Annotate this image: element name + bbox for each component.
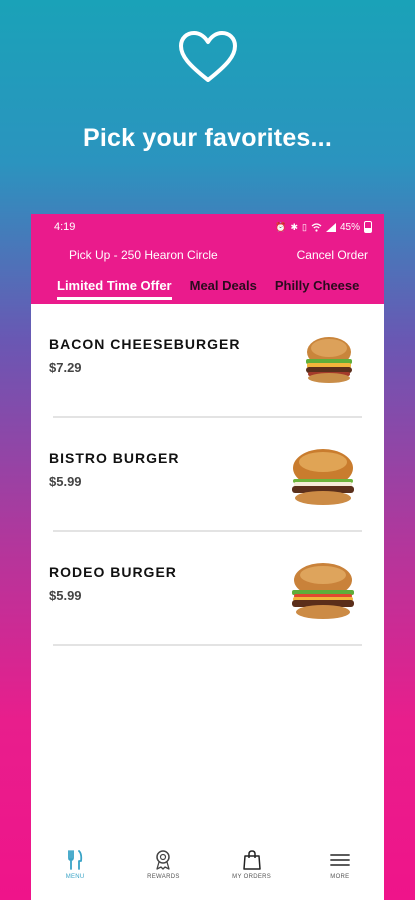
- status-time: 4:19: [54, 221, 76, 233]
- status-icons: ⏰ ✱ ▯ 45%: [275, 221, 372, 233]
- wifi-icon: [311, 222, 322, 232]
- nav-label: MORE: [330, 874, 350, 880]
- nav-label: REWARDS: [147, 874, 180, 880]
- item-name: RODEO BURGER: [49, 564, 177, 580]
- vibrate-icon: ▯: [302, 221, 307, 232]
- bistro-burger-image: [292, 449, 354, 505]
- order-bar: Pick Up - 250 Hearon Circle Cancel Order: [31, 240, 384, 270]
- fork-knife-icon: [68, 850, 83, 870]
- bacon-cheeseburger-image: [306, 337, 352, 383]
- tab-limited-time-offer[interactable]: Limited Time Offer: [57, 270, 172, 304]
- nav-label: MY ORDERS: [232, 874, 272, 880]
- menu-item[interactable]: RODEO BURGER $5.99: [31, 532, 384, 646]
- heart-outline-icon: [178, 31, 237, 82]
- bottom-nav: MENU REWARDS MY ORDERS MORE: [31, 840, 384, 900]
- tab-philly-cheese[interactable]: Philly Cheese: [275, 270, 360, 304]
- menu-item[interactable]: BACON CHEESEBURGER $7.29: [31, 304, 384, 418]
- shopping-bag-icon: [242, 850, 261, 870]
- signal-icon: [325, 222, 336, 232]
- item-price: $5.99: [49, 588, 82, 603]
- alarm-icon: ⏰: [275, 221, 287, 232]
- status-bar: 4:19 ⏰ ✱ ▯ 45%: [31, 214, 384, 240]
- hamburger-menu-icon: [329, 854, 350, 866]
- item-name: BACON CHEESEBURGER: [49, 336, 241, 352]
- nav-more[interactable]: MORE: [305, 850, 375, 880]
- nav-my-orders[interactable]: MY ORDERS: [217, 850, 287, 880]
- item-name: BISTRO BURGER: [49, 450, 180, 466]
- category-tabs: Limited Time Offer Meal Deals Philly Che…: [31, 270, 384, 304]
- menu-item[interactable]: BISTRO BURGER $5.99: [31, 418, 384, 532]
- cancel-order-button[interactable]: Cancel Order: [297, 248, 368, 262]
- item-price: $5.99: [49, 474, 82, 489]
- pickup-location[interactable]: Pick Up - 250 Hearon Circle: [69, 248, 218, 262]
- nav-rewards[interactable]: REWARDS: [128, 850, 198, 880]
- divider: [53, 644, 362, 646]
- rodeo-burger-image: [292, 563, 354, 619]
- nav-menu[interactable]: MENU: [40, 850, 110, 880]
- award-ribbon-icon: [156, 850, 171, 870]
- bluetooth-icon: ✱: [290, 221, 299, 232]
- tab-meal-deals[interactable]: Meal Deals: [190, 270, 257, 304]
- battery-icon: [364, 221, 372, 233]
- battery-percent: 45%: [339, 221, 360, 233]
- promo-tagline: Pick your favorites...: [83, 124, 332, 152]
- nav-label: MENU: [65, 874, 85, 880]
- item-price: $7.29: [49, 360, 82, 375]
- promo-header: [0, 30, 415, 84]
- app-screen: 4:19 ⏰ ✱ ▯ 45% Pick Up - 250 Hearon Circ…: [31, 214, 384, 900]
- menu-list: BACON CHEESEBURGER $7.29 BISTRO BURGER $…: [31, 304, 384, 646]
